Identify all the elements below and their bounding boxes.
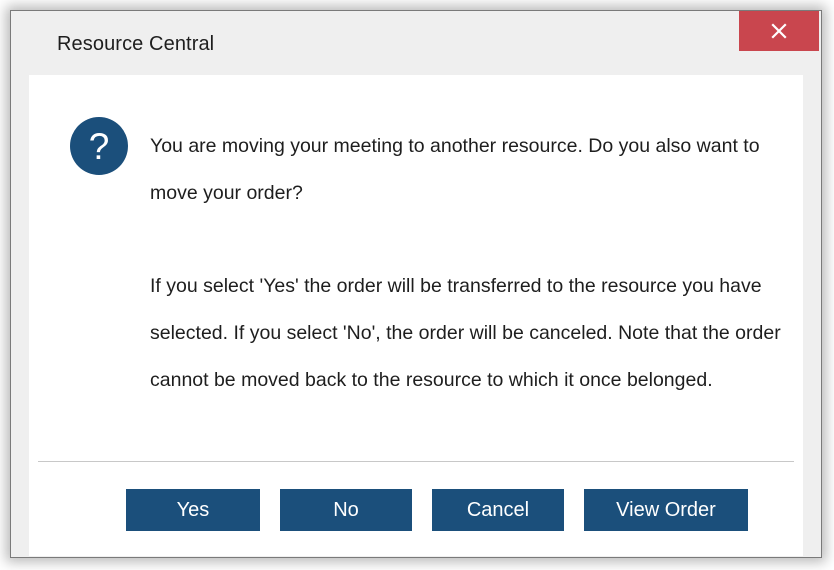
dialog-window: Resource Central ? You are moving your m…	[10, 10, 822, 558]
svg-text:?: ?	[89, 126, 110, 167]
close-button[interactable]	[739, 11, 819, 51]
cancel-button[interactable]: Cancel	[432, 489, 564, 531]
dialog-content: ? You are moving your meeting to another…	[29, 75, 803, 556]
title-bar[interactable]: Resource Central	[11, 11, 821, 75]
no-button[interactable]: No	[280, 489, 412, 531]
button-divider	[38, 461, 794, 462]
yes-button[interactable]: Yes	[126, 489, 260, 531]
message-paragraph-2: If you select 'Yes' the order will be tr…	[150, 275, 781, 391]
question-icon: ?	[70, 117, 128, 175]
dialog-message: You are moving your meeting to another r…	[150, 123, 800, 404]
window-title: Resource Central	[57, 33, 215, 55]
close-icon	[771, 23, 787, 39]
view-order-button[interactable]: View Order	[584, 489, 748, 531]
message-paragraph-1: You are moving your meeting to another r…	[150, 135, 760, 204]
